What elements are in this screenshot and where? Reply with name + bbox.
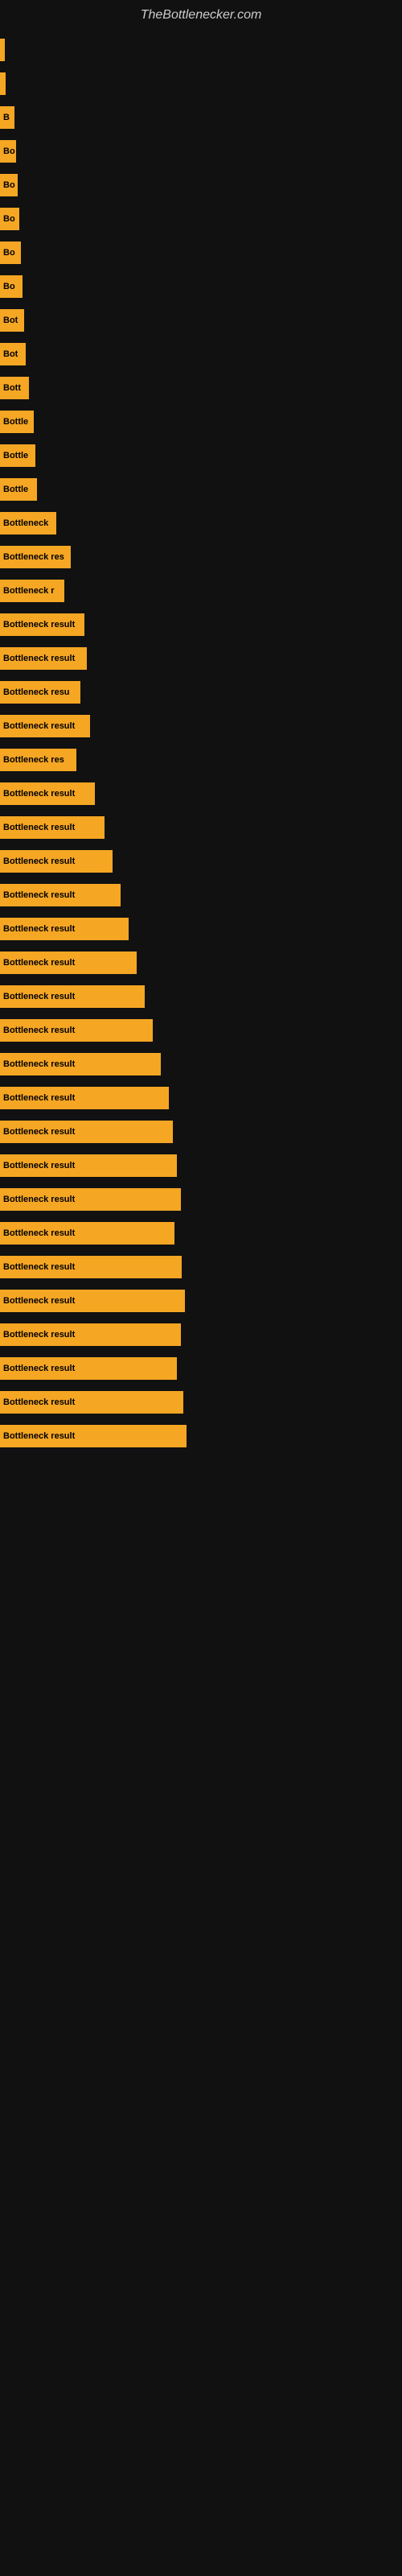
bar-row: Bottleneck result — [0, 812, 402, 843]
bar-row — [0, 68, 402, 99]
bar-row: Bottleneck result — [0, 846, 402, 877]
bar-item: Bottleneck result — [0, 884, 121, 906]
bar-row: Bottleneck result — [0, 1015, 402, 1046]
bar-item: B — [0, 106, 14, 129]
bar-item: Bott — [0, 377, 29, 399]
bar-row: Bottleneck result — [0, 1252, 402, 1282]
bar-item: Bottleneck resu — [0, 681, 80, 704]
bar-row: Bot — [0, 339, 402, 369]
bar-item: Bo — [0, 275, 23, 298]
bar-row: Bo — [0, 271, 402, 302]
bar-item: Bottleneck result — [0, 816, 105, 839]
bar-item: Bottleneck result — [0, 918, 129, 940]
bar-row: Bo — [0, 204, 402, 234]
bar-item — [0, 39, 5, 61]
bar-item: Bottleneck result — [0, 1019, 153, 1042]
bar-row: Bottleneck result — [0, 1319, 402, 1350]
bar-row: Bottleneck result — [0, 609, 402, 640]
bar-row: Bo — [0, 170, 402, 200]
bar-row: Bottleneck result — [0, 1117, 402, 1147]
bar-row: Bott — [0, 373, 402, 403]
bar-item: Bottleneck result — [0, 613, 84, 636]
bar-row: Bottle — [0, 474, 402, 505]
bar-item: Bottleneck res — [0, 749, 76, 771]
bar-row: Bottle — [0, 407, 402, 437]
bar-item: Bottleneck result — [0, 1053, 161, 1075]
bar-item: Bottleneck result — [0, 1290, 185, 1312]
bar-item: Bottle — [0, 478, 37, 501]
bar-item: Bottleneck result — [0, 1256, 182, 1278]
bar-item: Bottleneck result — [0, 715, 90, 737]
bar-row: B — [0, 102, 402, 133]
bar-row: Bottleneck result — [0, 1184, 402, 1215]
bars-container: B Bo Bo Bo Bo Bo Bot Bot Bott Bottle Bottle Bottle B… — [0, 27, 402, 1463]
bar-item: Bottleneck result — [0, 1154, 177, 1177]
bar-row: Bottleneck — [0, 508, 402, 539]
bar-item: Bo — [0, 242, 21, 264]
bar-item: Bottleneck result — [0, 1222, 174, 1245]
site-title: TheBottlenecker.com — [0, 0, 402, 27]
bar-row: Bottleneck result — [0, 1150, 402, 1181]
bar-row: Bottleneck result — [0, 1083, 402, 1113]
bar-item: Bo — [0, 140, 16, 163]
bar-row: Bottleneck r — [0, 576, 402, 606]
page-wrapper: TheBottlenecker.com B Bo Bo Bo Bo Bo Bot Bot Bot… — [0, 0, 402, 1463]
bar-row: Bottleneck resu — [0, 677, 402, 708]
bar-item: Bottleneck result — [0, 1391, 183, 1414]
bar-row: Bottleneck result — [0, 1353, 402, 1384]
bar-item: Bottleneck res — [0, 546, 71, 568]
bar-item: Bot — [0, 343, 26, 365]
bar-row: Bottleneck result — [0, 1286, 402, 1316]
bar-row: Bottle — [0, 440, 402, 471]
bar-row: Bottleneck result — [0, 1218, 402, 1249]
bar-item: Bottleneck result — [0, 782, 95, 805]
bar-row: Bottleneck result — [0, 1049, 402, 1080]
bar-row: Bo — [0, 136, 402, 167]
bar-item: Bottleneck r — [0, 580, 64, 602]
bar-row: Bottleneck result — [0, 981, 402, 1012]
bar-item: Bottle — [0, 444, 35, 467]
bar-item: Bottleneck result — [0, 1188, 181, 1211]
bar-row: Bottleneck result — [0, 778, 402, 809]
bar-item: Bottleneck result — [0, 1357, 177, 1380]
bar-row: Bottleneck result — [0, 1387, 402, 1418]
bar-item: Bottleneck result — [0, 1323, 181, 1346]
bar-row: Bottleneck result — [0, 711, 402, 741]
bar-item: Bottleneck result — [0, 1121, 173, 1143]
bar-item: Bo — [0, 208, 19, 230]
bar-row: Bo — [0, 237, 402, 268]
bar-row — [0, 35, 402, 65]
bar-item: Bottleneck result — [0, 850, 113, 873]
bar-row: Bottleneck result — [0, 643, 402, 674]
bar-item: Bottleneck result — [0, 952, 137, 974]
bar-row: Bottleneck result — [0, 914, 402, 944]
bar-row: Bottleneck result — [0, 947, 402, 978]
bar-item: Bottleneck result — [0, 1087, 169, 1109]
bar-item: Bot — [0, 309, 24, 332]
bar-item: Bottleneck result — [0, 647, 87, 670]
bar-row: Bottleneck result — [0, 1421, 402, 1451]
bar-item: Bottle — [0, 411, 34, 433]
bar-row: Bottleneck res — [0, 745, 402, 775]
bar-item: Bo — [0, 174, 18, 196]
bar-item — [0, 72, 6, 95]
bar-item: Bottleneck result — [0, 1425, 187, 1447]
bar-item: Bottleneck — [0, 512, 56, 535]
bar-item: Bottleneck result — [0, 985, 145, 1008]
bar-row: Bottleneck result — [0, 880, 402, 910]
bar-row: Bottleneck res — [0, 542, 402, 572]
bar-row: Bot — [0, 305, 402, 336]
